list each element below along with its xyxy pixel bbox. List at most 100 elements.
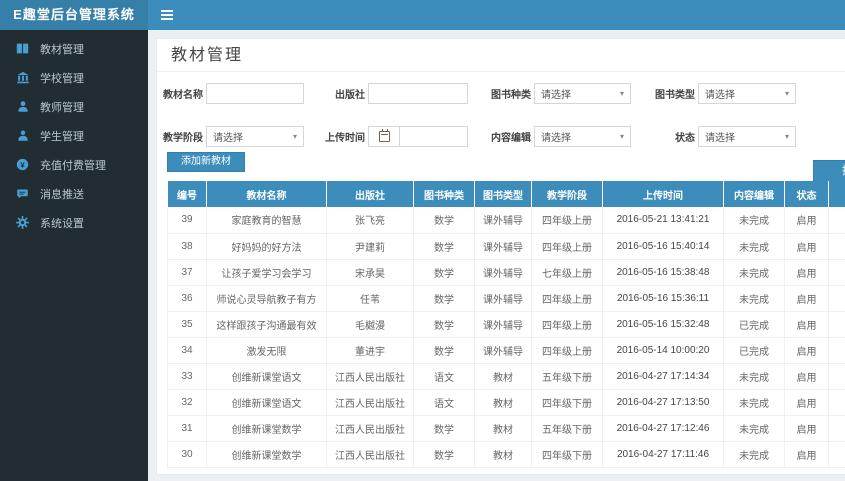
content-edit-select[interactable]: 请选择 ▾: [534, 126, 631, 147]
cell: 35: [167, 311, 207, 338]
textbook-table-wrap: 编号 教材名称 出版社 图书种类 图书类型 教学阶段 上传时间 内容编辑 状态 39 家庭教育的智慧…: [167, 181, 845, 468]
book-category-select[interactable]: 请选择 ▾: [534, 83, 631, 104]
cell: 已完成: [723, 311, 785, 338]
sidebar-item-textbooks[interactable]: 教材管理: [0, 34, 148, 63]
table-row: 33 创维新课堂语文 江西人民出版社 语文 教材 五年级下册 2016-04-27 17:1…: [167, 363, 845, 390]
filter-label: 图书种类: [491, 90, 531, 101]
cell: 启用: [784, 415, 829, 442]
chevron-down-icon: ▾: [619, 132, 624, 141]
teaching-stage-select[interactable]: 请选择 ▾: [206, 126, 304, 147]
cell: 江西人民出版社: [326, 389, 414, 416]
filter-label: 教学阶段: [163, 133, 203, 144]
cell: 课外辅导: [474, 285, 532, 312]
table-row: 37 让孩子爱学习会学习 宋承昊 数学 课外辅导 七年级上册 2016-05-16 15:3…: [167, 259, 845, 286]
sidebar-item-payments[interactable]: ¥ 充值付费管理: [0, 150, 148, 179]
cell-actions: [828, 311, 845, 338]
select-value: 请选择: [541, 90, 571, 101]
sidebar-item-messages[interactable]: 消息推送: [0, 179, 148, 208]
main-panel: 教材管理 教材名称 出版社 图书种类 请选择 ▾ 图书类型 请选择 ▾ 教学阶段…: [156, 38, 845, 475]
cell: 四年级上册: [531, 311, 603, 338]
cell: 创维新课堂数学: [206, 441, 327, 468]
select-value: 请选择: [705, 133, 735, 144]
cell: 四年级上册: [531, 337, 603, 364]
cell: 启用: [784, 389, 829, 416]
publisher-input[interactable]: [368, 83, 468, 104]
filter-publisher: 出版社: [325, 83, 468, 104]
cell: 启用: [784, 337, 829, 364]
search-button[interactable]: 搜索: [813, 160, 845, 182]
cell: 语文: [413, 389, 475, 416]
table-row: 34 激发无限 董进宇 数学 课外辅导 四年级上册 2016-05-14 10:00:20 已…: [167, 337, 845, 364]
textbook-name-input[interactable]: [206, 83, 304, 104]
filter-label: 上传时间: [325, 133, 365, 144]
svg-text:¥: ¥: [20, 160, 25, 169]
filter-upload-time: 上传时间: [325, 126, 468, 147]
cell: 2016-04-27 17:13:50: [602, 389, 724, 416]
sidebar-item-students[interactable]: 学生管理: [0, 121, 148, 150]
sidebar-item-label: 教材管理: [40, 43, 84, 56]
cell: 启用: [784, 233, 829, 260]
status-select[interactable]: 请选择 ▾: [698, 126, 796, 147]
column-header: 图书类型: [474, 181, 532, 207]
cell: 毛樾漫: [326, 311, 414, 338]
filter-label: 状态: [675, 133, 695, 144]
cell: 未完成: [723, 259, 785, 286]
cell: 数学: [413, 233, 475, 260]
calendar-addon[interactable]: [368, 126, 399, 147]
add-textbook-button[interactable]: 添加新教材: [167, 152, 245, 172]
message-icon: [15, 186, 30, 201]
chevron-down-icon: ▾: [784, 132, 789, 141]
table-row: 38 好妈妈的好方法 尹建莉 数学 课外辅导 四年级上册 2016-05-16 15:40:…: [167, 233, 845, 260]
cell: 31: [167, 415, 207, 442]
cell: 四年级下册: [531, 441, 603, 468]
cell: 2016-05-14 10:00:20: [602, 337, 724, 364]
table-row: 35 这样跟孩子沟通最有效 毛樾漫 数学 课外辅导 四年级上册 2016-05-16 15:…: [167, 311, 845, 338]
cell: 张飞亮: [326, 207, 414, 234]
filter-book-type: 图书类型 请选择 ▾: [655, 83, 796, 104]
cell: 2016-04-27 17:11:46: [602, 441, 724, 468]
cell-actions: [828, 389, 845, 416]
app-logo[interactable]: E趣堂后台管理系统: [0, 0, 148, 30]
sidebar-item-schools[interactable]: 学校管理: [0, 63, 148, 92]
page-title: 教材管理: [157, 39, 845, 72]
cell: 数学: [413, 337, 475, 364]
cell: 2016-04-27 17:12:46: [602, 415, 724, 442]
sidebar-item-label: 教师管理: [40, 101, 84, 114]
filter-teaching-stage: 教学阶段 请选择 ▾: [163, 126, 304, 147]
cell: 这样跟孩子沟通最有效: [206, 311, 327, 338]
table-row: 31 创维新课堂数学 江西人民出版社 数学 教材 五年级下册 2016-04-27 17:1…: [167, 415, 845, 442]
sidebar-item-teachers[interactable]: 教师管理: [0, 92, 148, 121]
cell-actions: [828, 415, 845, 442]
column-header: 状态: [784, 181, 829, 207]
table-row: 30 创维新课堂数学 江西人民出版社 数学 教材 四年级下册 2016-04-27 17:1…: [167, 441, 845, 468]
cell: 2016-05-21 13:41:21: [602, 207, 724, 234]
upload-date-input[interactable]: [399, 126, 468, 147]
cell: 2016-04-27 17:14:34: [602, 363, 724, 390]
filter-label: 图书类型: [655, 90, 695, 101]
cell-actions: [828, 337, 845, 364]
cell: 2016-05-16 15:36:11: [602, 285, 724, 312]
cell: 教材: [474, 441, 532, 468]
book-type-select[interactable]: 请选择 ▾: [698, 83, 796, 104]
column-header: 内容编辑: [723, 181, 785, 207]
cell: 教材: [474, 363, 532, 390]
cell: 启用: [784, 441, 829, 468]
cell-actions: [828, 363, 845, 390]
cell: 宋承昊: [326, 259, 414, 286]
cell: 启用: [784, 311, 829, 338]
cell: 师说心灵导航教子有方: [206, 285, 327, 312]
cell: 36: [167, 285, 207, 312]
cell: 数学: [413, 259, 475, 286]
cell: 四年级上册: [531, 233, 603, 260]
cell: 已完成: [723, 337, 785, 364]
cell: 家庭教育的智慧: [206, 207, 327, 234]
cell: 课外辅导: [474, 337, 532, 364]
cell: 未完成: [723, 441, 785, 468]
column-header: 教材名称: [206, 181, 327, 207]
sidebar-item-label: 学生管理: [40, 130, 84, 143]
cell: 数学: [413, 441, 475, 468]
sidebar-toggle-button[interactable]: [148, 0, 186, 30]
sidebar-item-settings[interactable]: 系统设置: [0, 208, 148, 237]
table-row: 36 师说心灵导航教子有方 任苇 数学 课外辅导 四年级上册 2016-05-16 15:3…: [167, 285, 845, 312]
select-value: 请选择: [213, 133, 243, 144]
